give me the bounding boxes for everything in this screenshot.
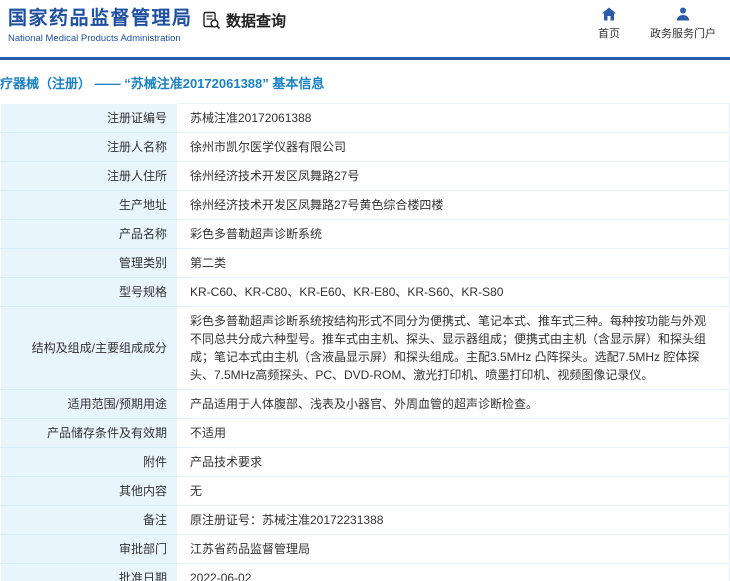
- row-value: 徐州经济技术开发区凤舞路27号黄色综合楼四楼: [177, 190, 730, 220]
- table-row: 附件 产品技术要求: [0, 447, 730, 477]
- row-value: 产品技术要求: [177, 447, 730, 477]
- row-value: 彩色多普勒超声诊断系统: [177, 219, 730, 249]
- table-row: 审批部门 江苏省药品监督管理局: [0, 534, 730, 564]
- nav-item-portal[interactable]: 政务服务门户: [650, 6, 716, 41]
- site-logo[interactable]: 国家药品监督管理局 National Medical Products Admi…: [8, 8, 193, 44]
- row-value: 产品适用于人体腹部、浅表及小器官、外周血管的超声诊断检查。: [177, 389, 730, 419]
- section-header: 数据查询: [202, 10, 286, 31]
- row-label: 附件: [0, 447, 178, 477]
- table-row: 型号规格 KR-C60、KR-C80、KR-E60、KR-E80、KR-S60、…: [0, 277, 730, 307]
- row-label: 型号规格: [0, 277, 178, 307]
- row-label: 产品名称: [0, 219, 178, 249]
- info-table-body: 注册证编号 苏械注准20172061388 注册人名称 徐州市凯尔医学仪器有限公…: [0, 103, 730, 581]
- nav-item-home[interactable]: 首页: [598, 6, 620, 41]
- row-value: 徐州经济技术开发区凤舞路27号: [177, 161, 730, 191]
- row-value: 2022-06-02: [177, 563, 730, 581]
- row-label: 生产地址: [0, 190, 178, 220]
- row-value: 彩色多普勒超声诊断系统按结构形式不同分为便携式、笔记本式、推车式三种。每种按功能…: [177, 306, 730, 390]
- info-table: 注册证编号 苏械注准20172061388 注册人名称 徐州市凯尔医学仪器有限公…: [0, 103, 730, 581]
- table-row: 适用范围/预期用途 产品适用于人体腹部、浅表及小器官、外周血管的超声诊断检查。: [0, 389, 730, 419]
- row-label: 批准日期: [0, 563, 178, 581]
- row-value: 无: [177, 476, 730, 506]
- nav-portal-label: 政务服务门户: [650, 28, 716, 40]
- table-row: 管理类别 第二类: [0, 248, 730, 278]
- table-row: 产品名称 彩色多普勒超声诊断系统: [0, 219, 730, 249]
- table-row: 产品储存条件及有效期 不适用: [0, 418, 730, 448]
- row-label: 注册证编号: [0, 103, 178, 133]
- row-label: 注册人住所: [0, 161, 178, 191]
- row-label: 审批部门: [0, 534, 178, 564]
- data-query-icon: [202, 11, 221, 30]
- table-row: 生产地址 徐州经济技术开发区凤舞路27号黄色综合楼四楼: [0, 190, 730, 220]
- nav-home-label: 首页: [598, 28, 620, 40]
- org-name-cn: 国家药品监督管理局: [8, 8, 193, 29]
- row-value: 苏械注准20172061388: [177, 103, 730, 133]
- row-value: 徐州市凯尔医学仪器有限公司: [177, 132, 730, 162]
- header-nav: 首页 政务服务门户: [598, 6, 716, 41]
- table-row: 结构及组成/主要组成成分 彩色多普勒超声诊断系统按结构形式不同分为便携式、笔记本…: [0, 306, 730, 390]
- table-row: 批准日期 2022-06-02: [0, 563, 730, 581]
- home-icon: [601, 6, 617, 22]
- row-value: 原注册证号：苏械注准20172231388: [177, 505, 730, 535]
- row-value: 第二类: [177, 248, 730, 278]
- title-bar: 医疗器械（注册） —— “苏械注准20172061388” 基本信息: [0, 60, 730, 103]
- row-value: KR-C60、KR-C80、KR-E60、KR-E80、KR-S60、KR-S8…: [177, 277, 730, 307]
- row-label: 适用范围/预期用途: [0, 389, 178, 419]
- table-row: 备注 原注册证号：苏械注准20172231388: [0, 505, 730, 535]
- row-label: 注册人名称: [0, 132, 178, 162]
- table-row: 注册人住所 徐州经济技术开发区凤舞路27号: [0, 161, 730, 191]
- page-title: 医疗器械（注册） —— “苏械注准20172061388” 基本信息: [0, 76, 325, 91]
- row-label: 产品储存条件及有效期: [0, 418, 178, 448]
- row-label: 其他内容: [0, 476, 178, 506]
- table-row: 注册人名称 徐州市凯尔医学仪器有限公司: [0, 132, 730, 162]
- row-value: 江苏省药品监督管理局: [177, 534, 730, 564]
- table-row: 注册证编号 苏械注准20172061388: [0, 103, 730, 133]
- section-title: 数据查询: [226, 13, 287, 30]
- row-label: 结构及组成/主要组成成分: [0, 306, 178, 390]
- site-header: 国家药品监督管理局 National Medical Products Admi…: [0, 0, 730, 57]
- row-label: 管理类别: [0, 248, 178, 278]
- row-value: 不适用: [177, 418, 730, 448]
- org-name-en: National Medical Products Administration: [8, 32, 181, 44]
- portal-user-icon: [675, 6, 691, 22]
- row-label: 备注: [0, 505, 178, 535]
- table-row: 其他内容 无: [0, 476, 730, 506]
